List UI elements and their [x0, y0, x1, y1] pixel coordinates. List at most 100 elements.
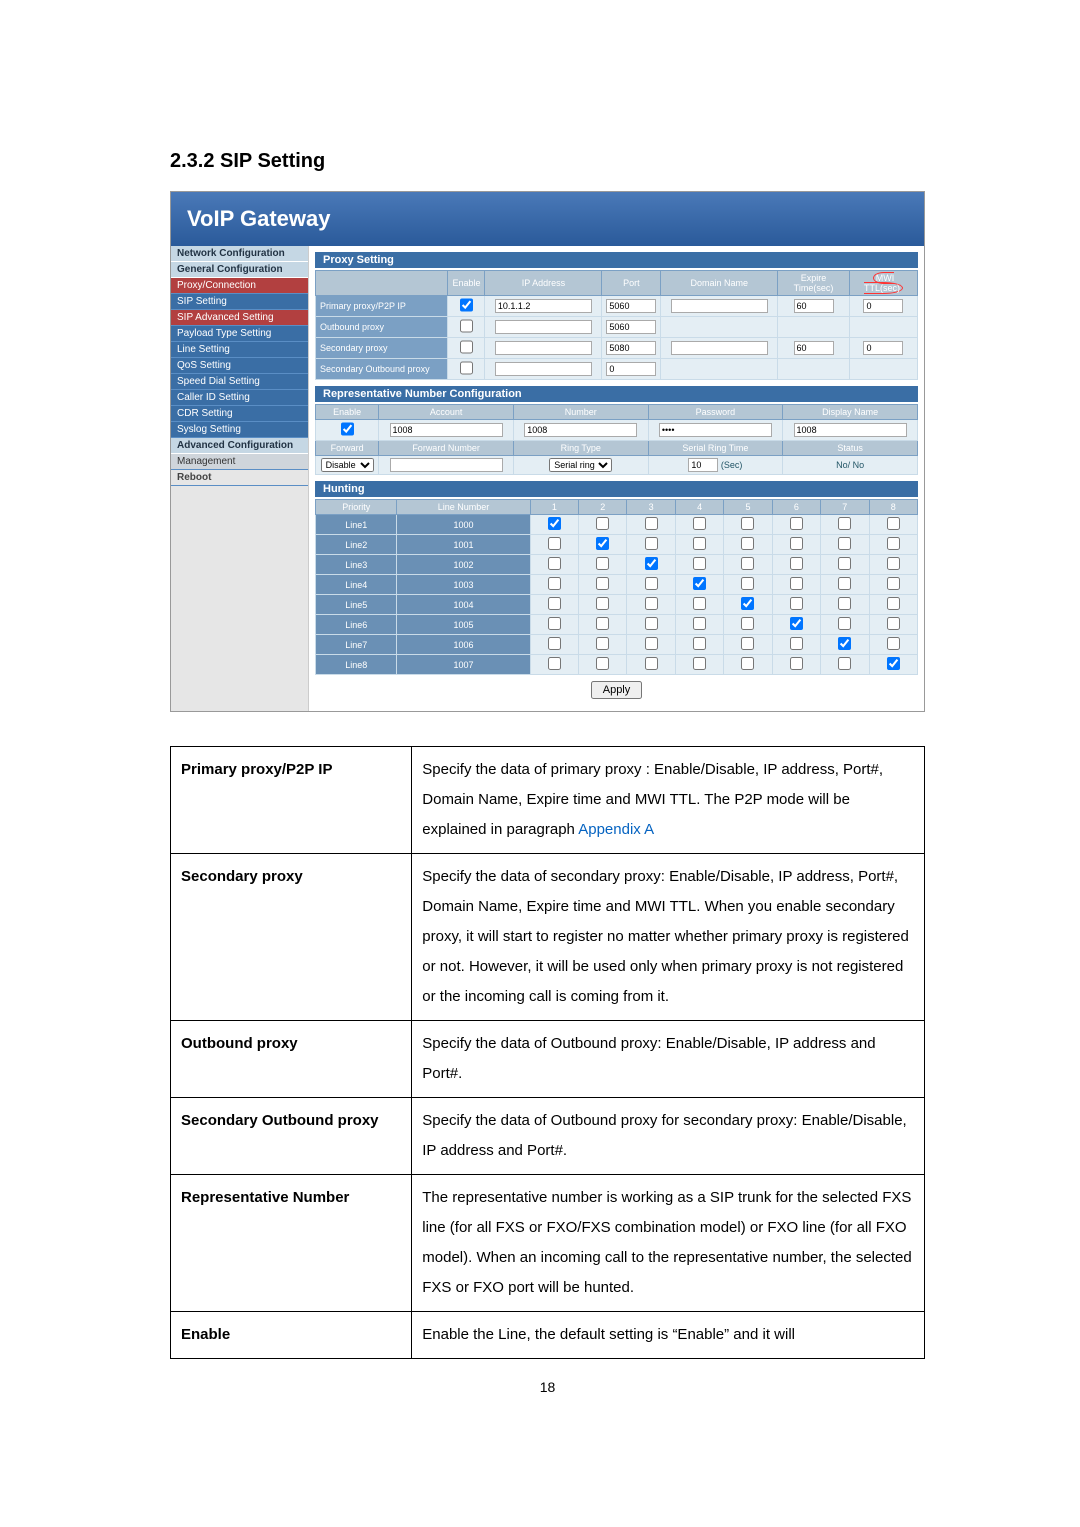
hunt-checkbox[interactable] [645, 597, 658, 610]
rep-number-input[interactable] [524, 423, 637, 437]
hunt-checkbox[interactable] [548, 637, 561, 650]
hunt-checkbox[interactable] [887, 537, 900, 550]
proxy-ip-input[interactable] [495, 299, 592, 313]
hunt-checkbox[interactable] [838, 537, 851, 550]
hunt-checkbox[interactable] [790, 537, 803, 550]
proxy-ip-input[interactable] [495, 341, 592, 355]
hunt-checkbox[interactable] [693, 557, 706, 570]
rep-ringtype-select[interactable]: Serial ring [549, 458, 612, 472]
hunt-checkbox[interactable] [548, 657, 561, 670]
hunt-checkbox[interactable] [548, 537, 561, 550]
hunt-checkbox[interactable] [693, 577, 706, 590]
hunt-checkbox[interactable] [838, 657, 851, 670]
hunt-checkbox[interactable] [741, 537, 754, 550]
hunt-checkbox[interactable] [596, 517, 609, 530]
nav-group-general[interactable]: General Configuration [171, 262, 308, 278]
hunt-checkbox[interactable] [741, 657, 754, 670]
rep-forward-select[interactable]: Disable [321, 458, 374, 472]
hunt-checkbox[interactable] [741, 637, 754, 650]
proxy-ip-input[interactable] [495, 362, 592, 376]
hunt-checkbox[interactable] [887, 657, 900, 670]
proxy-ip-input[interactable] [495, 320, 592, 334]
hunt-checkbox[interactable] [693, 597, 706, 610]
proxy-enable-checkbox[interactable] [460, 319, 473, 333]
hunt-checkbox[interactable] [887, 617, 900, 630]
rep-srt-input[interactable] [688, 458, 718, 472]
nav-proxy-connection[interactable]: Proxy/Connection [171, 278, 308, 294]
nav-group-network[interactable]: Network Configuration [171, 246, 308, 262]
hunt-checkbox[interactable] [548, 577, 561, 590]
proxy-domain-input[interactable] [671, 299, 768, 313]
hunt-checkbox[interactable] [548, 597, 561, 610]
hunt-checkbox[interactable] [548, 617, 561, 630]
hunt-checkbox[interactable] [741, 577, 754, 590]
hunt-checkbox[interactable] [645, 517, 658, 530]
hunt-checkbox[interactable] [838, 557, 851, 570]
hunt-checkbox[interactable] [790, 597, 803, 610]
rep-password-input[interactable] [659, 423, 772, 437]
hunt-checkbox[interactable] [741, 597, 754, 610]
nav-reboot[interactable]: Reboot [171, 470, 308, 486]
hunt-checkbox[interactable] [790, 517, 803, 530]
hunt-checkbox[interactable] [790, 657, 803, 670]
nav-payload-type[interactable]: Payload Type Setting [171, 326, 308, 342]
proxy-expire-input[interactable] [794, 299, 834, 313]
proxy-enable-checkbox[interactable] [460, 298, 473, 312]
nav-cdr-setting[interactable]: CDR Setting [171, 406, 308, 422]
rep-enable-checkbox[interactable] [341, 422, 354, 436]
hunt-checkbox[interactable] [838, 637, 851, 650]
hunt-checkbox[interactable] [887, 637, 900, 650]
nav-qos-setting[interactable]: QoS Setting [171, 358, 308, 374]
nav-sip-advanced[interactable]: SIP Advanced Setting [171, 310, 308, 326]
hunt-checkbox[interactable] [838, 517, 851, 530]
nav-group-advanced[interactable]: Advanced Configuration [171, 438, 308, 454]
nav-line-setting[interactable]: Line Setting [171, 342, 308, 358]
hunt-checkbox[interactable] [645, 577, 658, 590]
proxy-domain-input[interactable] [671, 341, 768, 355]
proxy-port-input[interactable] [606, 320, 656, 334]
hunt-checkbox[interactable] [741, 557, 754, 570]
rep-account-input[interactable] [390, 423, 503, 437]
hunt-checkbox[interactable] [548, 557, 561, 570]
proxy-port-input[interactable] [606, 341, 656, 355]
hunt-checkbox[interactable] [790, 637, 803, 650]
proxy-mwi-input[interactable] [863, 341, 903, 355]
hunt-checkbox[interactable] [887, 577, 900, 590]
hunt-checkbox[interactable] [596, 537, 609, 550]
hunt-checkbox[interactable] [645, 637, 658, 650]
hunt-checkbox[interactable] [645, 557, 658, 570]
hunt-checkbox[interactable] [548, 517, 561, 530]
hunt-checkbox[interactable] [693, 537, 706, 550]
hunt-checkbox[interactable] [887, 517, 900, 530]
nav-speed-dial[interactable]: Speed Dial Setting [171, 374, 308, 390]
hunt-checkbox[interactable] [645, 617, 658, 630]
hunt-checkbox[interactable] [887, 557, 900, 570]
rep-fwdnum-input[interactable] [390, 458, 503, 472]
appendix-link[interactable]: Appendix A [578, 821, 654, 838]
nav-management[interactable]: Management [171, 454, 308, 470]
hunt-checkbox[interactable] [790, 577, 803, 590]
proxy-mwi-input[interactable] [863, 299, 903, 313]
proxy-port-input[interactable] [606, 362, 656, 376]
proxy-enable-checkbox[interactable] [460, 340, 473, 354]
nav-syslog-setting[interactable]: Syslog Setting [171, 422, 308, 438]
hunt-checkbox[interactable] [838, 597, 851, 610]
hunt-checkbox[interactable] [790, 617, 803, 630]
hunt-checkbox[interactable] [596, 637, 609, 650]
proxy-port-input[interactable] [606, 299, 656, 313]
proxy-enable-checkbox[interactable] [460, 361, 473, 375]
hunt-checkbox[interactable] [596, 597, 609, 610]
proxy-expire-input[interactable] [794, 341, 834, 355]
hunt-checkbox[interactable] [741, 517, 754, 530]
hunt-checkbox[interactable] [596, 657, 609, 670]
hunt-checkbox[interactable] [645, 537, 658, 550]
nav-caller-id[interactable]: Caller ID Setting [171, 390, 308, 406]
rep-display-input[interactable] [794, 423, 907, 437]
hunt-checkbox[interactable] [741, 617, 754, 630]
hunt-checkbox[interactable] [790, 557, 803, 570]
hunt-checkbox[interactable] [693, 637, 706, 650]
nav-sip-setting[interactable]: SIP Setting [171, 294, 308, 310]
hunt-checkbox[interactable] [693, 517, 706, 530]
hunt-checkbox[interactable] [596, 617, 609, 630]
hunt-checkbox[interactable] [887, 597, 900, 610]
